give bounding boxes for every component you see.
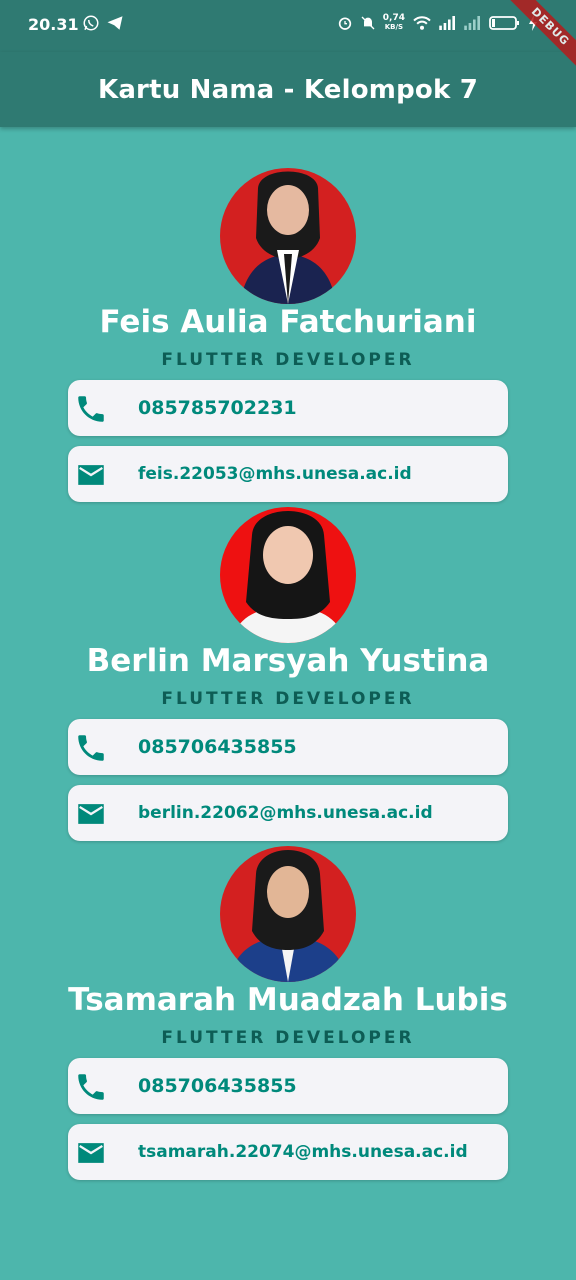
mail-icon: [78, 1143, 104, 1163]
signal-no-sim-icon: [464, 16, 480, 30]
phone-number: 085706435855: [138, 736, 297, 758]
person-role: FLUTTER DEVELOPER: [161, 689, 415, 709]
profile-photo: [220, 168, 356, 304]
status-notification-icons: [82, 14, 124, 32]
signal-icon: [439, 16, 455, 30]
alarm-icon: [338, 17, 351, 30]
person-role: FLUTTER DEVELOPER: [161, 1028, 415, 1048]
profile-photo: [220, 846, 356, 982]
mute-icon: [361, 16, 375, 30]
phone-card[interactable]: 085706435855: [68, 719, 508, 775]
telegram-icon: [107, 16, 123, 30]
email-card[interactable]: berlin.22062@mhs.unesa.ac.id: [68, 785, 508, 841]
mail-icon: [78, 804, 104, 824]
wifi-icon: [413, 16, 431, 30]
phone-number: 085706435855: [138, 1075, 297, 1097]
email-address: berlin.22062@mhs.unesa.ac.id: [138, 803, 433, 823]
status-time: 20.31: [28, 15, 79, 34]
phone-icon: [78, 396, 104, 422]
app-bar: Kartu Nama - Kelompok 7: [0, 52, 576, 127]
phone-card[interactable]: 085706435855: [68, 1058, 508, 1114]
phone-icon: [78, 1074, 104, 1100]
network-speed-unit: KB/S: [384, 23, 404, 31]
email-address: tsamarah.22074@mhs.unesa.ac.id: [138, 1142, 468, 1162]
status-system-icons: 0,74 KB/S: [337, 14, 538, 32]
email-card[interactable]: feis.22053@mhs.unesa.ac.id: [68, 446, 508, 502]
email-address: feis.22053@mhs.unesa.ac.id: [138, 464, 412, 484]
battery-icon: [489, 16, 519, 30]
phone-icon: [78, 735, 104, 761]
whatsapp-icon: [83, 15, 99, 31]
network-speed: 0,74 KB/S: [383, 14, 405, 32]
status-bar: 20.31 0,74 KB/S: [0, 0, 576, 52]
mail-icon: [78, 465, 104, 485]
email-card[interactable]: tsamarah.22074@mhs.unesa.ac.id: [68, 1124, 508, 1180]
network-speed-value: 0,74: [382, 13, 405, 23]
person-name: Tsamarah Muadzah Lubis: [68, 982, 508, 1018]
phone-number: 085785702231: [138, 397, 297, 419]
profile-photo: [220, 507, 356, 643]
person-name: Berlin Marsyah Yustina: [86, 643, 490, 679]
phone-card[interactable]: 085785702231: [68, 380, 508, 436]
app-title: Kartu Nama - Kelompok 7: [97, 74, 479, 105]
person-name: Feis Aulia Fatchuriani: [99, 304, 477, 340]
person-role: FLUTTER DEVELOPER: [161, 350, 415, 370]
